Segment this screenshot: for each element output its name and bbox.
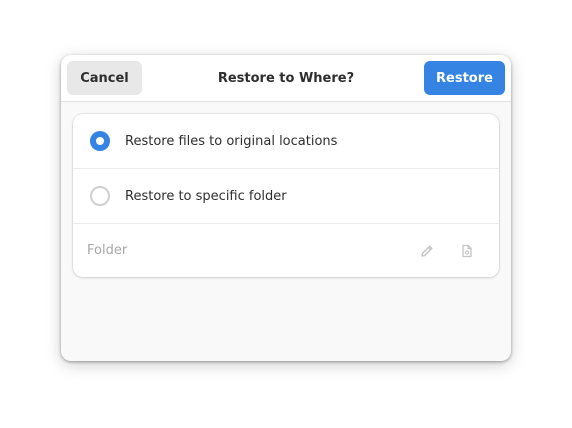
radio-original-selected[interactable]: [90, 131, 110, 151]
option-original-label: Restore files to original locations: [125, 133, 338, 149]
radio-specific-unselected[interactable]: [90, 186, 110, 206]
pencil-icon[interactable]: [417, 241, 437, 261]
option-specific-label: Restore to specific folder: [125, 188, 287, 204]
folder-row: Folder: [73, 224, 499, 277]
document-icon[interactable]: [457, 241, 477, 261]
restore-dialog: Cancel Restore to Where? Restore Restore…: [61, 55, 511, 361]
cancel-button[interactable]: Cancel: [67, 61, 142, 95]
folder-label: Folder: [87, 243, 128, 258]
restore-button[interactable]: Restore: [424, 61, 505, 95]
option-specific-folder[interactable]: Restore to specific folder: [73, 169, 499, 224]
restore-options-card: Restore files to original locations Rest…: [73, 114, 499, 277]
option-original-locations[interactable]: Restore files to original locations: [73, 114, 499, 169]
header-bar: Cancel Restore to Where? Restore: [61, 55, 511, 102]
